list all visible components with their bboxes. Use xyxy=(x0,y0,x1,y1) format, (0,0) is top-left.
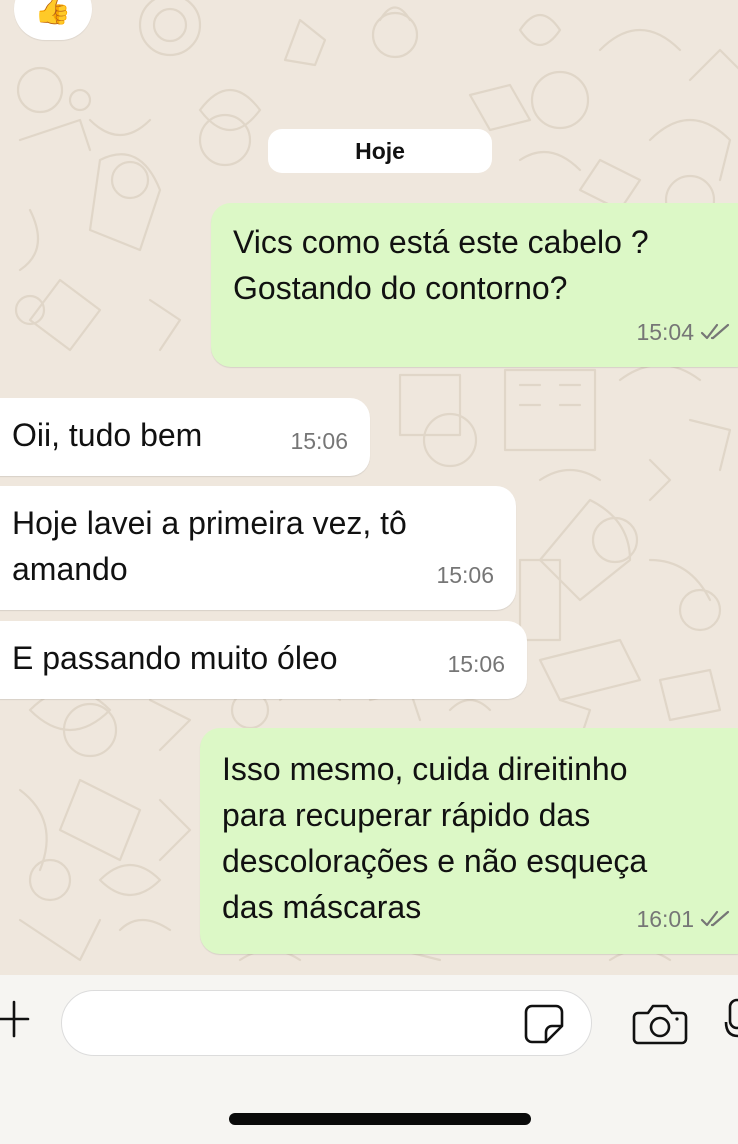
incoming-message[interactable]: Oii, tudo bem 15:06 xyxy=(0,398,370,476)
message-time: 15:04 xyxy=(636,319,694,345)
date-divider-label: Hoje xyxy=(355,137,405,164)
home-indicator xyxy=(229,1113,531,1125)
message-meta: 15:06 xyxy=(447,641,505,687)
message-time: 16:01 xyxy=(636,906,694,932)
double-check-icon xyxy=(700,323,730,340)
message-text: Vics como está este cabelo ? Gostando do… xyxy=(233,224,649,306)
incoming-message[interactable]: Hoje lavei a primeira vez, tô amando 15:… xyxy=(0,486,516,610)
message-meta: 16:01 xyxy=(636,896,732,942)
message-meta: 15:04 xyxy=(636,309,732,355)
message-input[interactable] xyxy=(61,990,592,1056)
date-divider: Hoje xyxy=(268,129,492,173)
thumbs-up-emoji: 👍 xyxy=(34,0,72,26)
chat-area[interactable]: 👍 Hoje Vics como está este cabelo ? Gost… xyxy=(0,0,738,975)
sticker-icon[interactable] xyxy=(522,1002,566,1046)
outgoing-message[interactable]: Vics como está este cabelo ? Gostando do… xyxy=(211,203,738,367)
message-time: 15:06 xyxy=(436,562,494,588)
message-input-field[interactable] xyxy=(86,1005,510,1043)
message-meta: 15:06 xyxy=(436,552,494,598)
camera-icon[interactable] xyxy=(632,1003,688,1045)
microphone-icon[interactable] xyxy=(724,996,738,1046)
double-check-icon xyxy=(700,910,730,927)
message-meta: 15:06 xyxy=(290,418,348,464)
message-time: 15:06 xyxy=(447,651,505,677)
plus-icon[interactable] xyxy=(0,996,30,1042)
message-time: 15:06 xyxy=(290,428,348,454)
incoming-message[interactable]: E passando muito óleo 15:06 xyxy=(0,621,527,699)
outgoing-message[interactable]: Isso mesmo, cuida direitinho para recupe… xyxy=(200,728,738,954)
